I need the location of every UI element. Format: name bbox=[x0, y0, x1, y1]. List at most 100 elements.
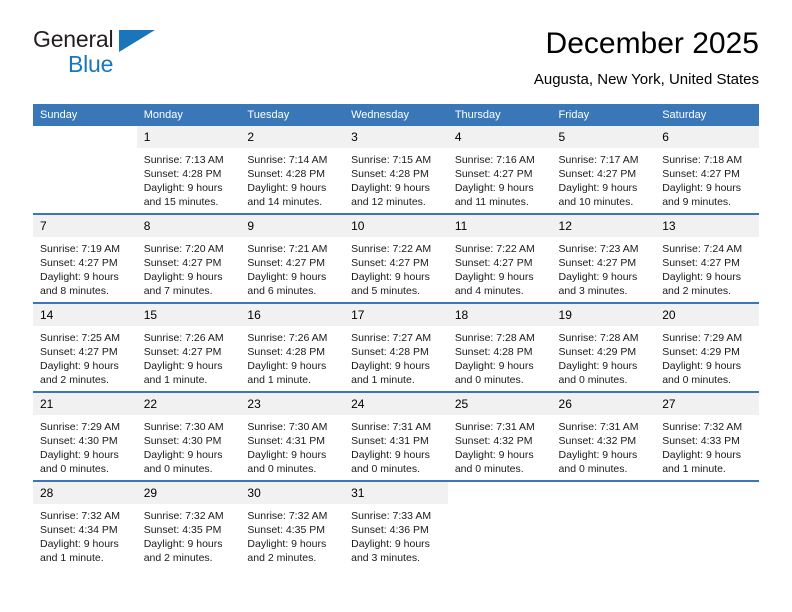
calendar-week-row: 14 Sunrise: 7:25 AM Sunset: 4:27 PM Dayligh… bbox=[33, 302, 759, 386]
day-detail-line: Sunset: 4:27 PM bbox=[143, 346, 222, 358]
calendar-day-cell[interactable]: 1 Sunrise: 7:13 AM Sunset: 4:28 PM Daylight… bbox=[136, 126, 241, 208]
day-number: 27 bbox=[655, 393, 759, 415]
day-details: Sunrise: 7:26 AM Sunset: 4:27 PM Daylight:… bbox=[137, 326, 241, 386]
day-detail-line: Sunrise: 7:33 AM bbox=[351, 510, 432, 522]
day-detail-line: Daylight: 9 hours bbox=[558, 449, 638, 461]
day-details: Sunrise: 7:22 AM Sunset: 4:27 PM Daylight:… bbox=[344, 237, 448, 297]
day-number: 22 bbox=[136, 393, 241, 415]
weekday-header-wednesday: Wednesday bbox=[344, 104, 448, 126]
calendar-day-cell[interactable]: 13 Sunrise: 7:24 AM Sunset: 4:27 PM Dayligh… bbox=[655, 213, 759, 297]
day-details bbox=[33, 148, 137, 206]
day-detail-line: Daylight: 9 hours bbox=[351, 182, 430, 194]
calendar-day-cell[interactable]: 30 Sunrise: 7:32 AM Sunset: 4:35 PM Dayligh… bbox=[240, 480, 345, 564]
day-detail-line: Daylight: 9 hours bbox=[454, 449, 534, 461]
day-detail-line: Daylight: 9 hours bbox=[351, 449, 430, 461]
day-number: 16 bbox=[240, 304, 345, 326]
calendar-day-cell[interactable]: 15 Sunrise: 7:26 AM Sunset: 4:27 PM Dayligh… bbox=[136, 302, 241, 386]
calendar-day-cell[interactable]: 12 Sunrise: 7:23 AM Sunset: 4:27 PM Dayligh… bbox=[551, 213, 656, 297]
calendar-day-cell[interactable]: 3 Sunrise: 7:15 AM Sunset: 4:28 PM Daylight… bbox=[344, 126, 448, 208]
calendar-grid: Sunday Monday Tuesday Wednesday Thursday… bbox=[33, 104, 759, 564]
calendar-day-cell[interactable]: 6 Sunrise: 7:18 AM Sunset: 4:27 PM Daylight… bbox=[655, 126, 759, 208]
day-details bbox=[655, 504, 759, 562]
calendar-day-cell[interactable]: 9 Sunrise: 7:21 AM Sunset: 4:27 PM Daylight… bbox=[240, 213, 345, 297]
calendar-day-cell[interactable]: 18 Sunrise: 7:28 AM Sunset: 4:28 PM Dayligh… bbox=[447, 302, 552, 386]
day-detail-line: Sunrise: 7:26 AM bbox=[247, 332, 328, 344]
day-detail-line: Sunset: 4:28 PM bbox=[247, 168, 326, 180]
day-number: 23 bbox=[240, 393, 345, 415]
calendar-day-cell[interactable]: 27 Sunrise: 7:32 AM Sunset: 4:33 PM Dayligh… bbox=[655, 391, 759, 475]
day-detail-line: Sunrise: 7:17 AM bbox=[558, 154, 639, 166]
calendar-day-cell[interactable]: 24 Sunrise: 7:31 AM Sunset: 4:31 PM Dayligh… bbox=[344, 391, 448, 475]
calendar-day-cell[interactable]: 26 Sunrise: 7:31 AM Sunset: 4:32 PM Dayligh… bbox=[551, 391, 656, 475]
day-detail-line: Daylight: 9 hours bbox=[351, 360, 430, 372]
day-details: Sunrise: 7:20 AM Sunset: 4:27 PM Daylight:… bbox=[137, 237, 241, 297]
day-number: 7 bbox=[33, 215, 137, 237]
day-detail-line: Sunrise: 7:23 AM bbox=[558, 243, 639, 255]
calendar-day-cell[interactable]: 17 Sunrise: 7:27 AM Sunset: 4:28 PM Dayligh… bbox=[344, 302, 448, 386]
day-detail-line: Sunset: 4:28 PM bbox=[143, 168, 222, 180]
day-details: Sunrise: 7:32 AM Sunset: 4:33 PM Daylight:… bbox=[655, 415, 759, 475]
day-detail-line: Sunrise: 7:18 AM bbox=[662, 154, 743, 166]
day-number: 12 bbox=[551, 215, 656, 237]
calendar-day-cell[interactable]: 20 Sunrise: 7:29 AM Sunset: 4:29 PM Dayligh… bbox=[655, 302, 759, 386]
calendar-day-cell[interactable]: 14 Sunrise: 7:25 AM Sunset: 4:27 PM Dayligh… bbox=[33, 302, 137, 386]
calendar-week-row: 21 Sunrise: 7:29 AM Sunset: 4:30 PM Dayligh… bbox=[33, 391, 759, 475]
day-detail-line: Sunset: 4:36 PM bbox=[351, 524, 429, 536]
day-details: Sunrise: 7:29 AM Sunset: 4:29 PM Daylight:… bbox=[655, 326, 759, 386]
day-number: 17 bbox=[344, 304, 448, 326]
calendar-day-cell[interactable]: 4 Sunrise: 7:16 AM Sunset: 4:27 PM Daylight… bbox=[447, 126, 552, 208]
day-number: 25 bbox=[447, 393, 552, 415]
day-detail-line: Daylight: 9 hours bbox=[247, 271, 327, 283]
day-number: 8 bbox=[136, 215, 241, 237]
general-blue-logo[interactable]: General Blue bbox=[33, 26, 263, 86]
day-number: 4 bbox=[447, 126, 552, 148]
calendar-day-cell[interactable]: 5 Sunrise: 7:17 AM Sunset: 4:27 PM Daylight… bbox=[551, 126, 656, 208]
day-detail-line: Sunset: 4:27 PM bbox=[558, 257, 637, 269]
page-title: December 2025 bbox=[545, 27, 759, 60]
day-number: 26 bbox=[551, 393, 656, 415]
day-number: 5 bbox=[551, 126, 656, 148]
day-details: Sunrise: 7:25 AM Sunset: 4:27 PM Daylight:… bbox=[33, 326, 137, 386]
calendar-day-cell[interactable]: 2 Sunrise: 7:14 AM Sunset: 4:28 PM Daylight… bbox=[240, 126, 345, 208]
day-number: 30 bbox=[240, 482, 345, 504]
day-number: 19 bbox=[551, 304, 656, 326]
calendar-day-cell[interactable]: 23 Sunrise: 7:30 AM Sunset: 4:31 PM Dayligh… bbox=[240, 391, 345, 475]
calendar-page: General Blue December 2025 Augusta, New … bbox=[0, 0, 792, 612]
calendar-day-cell[interactable]: 31 Sunrise: 7:33 AM Sunset: 4:36 PM Dayligh… bbox=[344, 480, 448, 564]
day-detail-line: Daylight: 9 hours bbox=[40, 538, 119, 550]
day-details: Sunrise: 7:27 AM Sunset: 4:28 PM Daylight:… bbox=[344, 326, 448, 386]
day-details: Sunrise: 7:22 AM Sunset: 4:27 PM Daylight:… bbox=[448, 237, 552, 297]
day-detail-line: Daylight: 9 hours bbox=[662, 182, 742, 194]
day-detail-line: Daylight: 9 hours bbox=[558, 360, 638, 372]
day-detail-line: Daylight: 9 hours bbox=[454, 271, 534, 283]
calendar-day-cell[interactable]: 19 Sunrise: 7:28 AM Sunset: 4:29 PM Dayligh… bbox=[551, 302, 656, 386]
day-number: 14 bbox=[33, 304, 137, 326]
day-detail-line: Daylight: 9 hours bbox=[662, 271, 742, 283]
day-detail-line: Daylight: 9 hours bbox=[558, 271, 638, 283]
day-detail-line: Sunset: 4:27 PM bbox=[454, 168, 533, 180]
day-detail-line: Sunset: 4:27 PM bbox=[247, 257, 326, 269]
calendar-day-cell[interactable]: 28 Sunrise: 7:32 AM Sunset: 4:34 PM Dayligh… bbox=[33, 480, 137, 564]
calendar-day-cell[interactable]: 21 Sunrise: 7:29 AM Sunset: 4:30 PM Dayligh… bbox=[33, 391, 137, 475]
day-details: Sunrise: 7:16 AM Sunset: 4:27 PM Daylight:… bbox=[448, 148, 552, 208]
calendar-day-cell[interactable]: 29 Sunrise: 7:32 AM Sunset: 4:35 PM Dayligh… bbox=[136, 480, 241, 564]
calendar-day-cell[interactable]: 8 Sunrise: 7:20 AM Sunset: 4:27 PM Daylight… bbox=[136, 213, 241, 297]
calendar-day-cell[interactable]: 16 Sunrise: 7:26 AM Sunset: 4:28 PM Dayligh… bbox=[240, 302, 345, 386]
day-detail-line: Daylight: 9 hours bbox=[247, 360, 327, 372]
day-detail-line: Sunrise: 7:31 AM bbox=[558, 421, 639, 433]
day-detail-line: Daylight: 9 hours bbox=[143, 449, 223, 461]
triangle-icon bbox=[119, 30, 155, 52]
calendar-day-cell[interactable]: 10 Sunrise: 7:22 AM Sunset: 4:27 PM Dayligh… bbox=[344, 213, 448, 297]
day-number: 18 bbox=[447, 304, 552, 326]
calendar-day-cell[interactable]: 7 Sunrise: 7:19 AM Sunset: 4:27 PM Daylight… bbox=[33, 213, 137, 297]
calendar-day-cell[interactable]: 11 Sunrise: 7:22 AM Sunset: 4:27 PM Dayligh… bbox=[447, 213, 552, 297]
day-details: Sunrise: 7:31 AM Sunset: 4:31 PM Daylight:… bbox=[344, 415, 448, 475]
calendar-day-cell[interactable]: 25 Sunrise: 7:31 AM Sunset: 4:32 PM Dayligh… bbox=[447, 391, 552, 475]
title-block: December 2025 Augusta, New York, United … bbox=[534, 26, 759, 90]
day-detail-line: Sunset: 4:27 PM bbox=[40, 346, 118, 358]
calendar-day-cell[interactable]: 22 Sunrise: 7:30 AM Sunset: 4:30 PM Dayligh… bbox=[136, 391, 241, 475]
day-detail-line: Daylight: 9 hours bbox=[143, 182, 223, 194]
weekday-header-tuesday: Tuesday bbox=[240, 104, 345, 126]
calendar-empty-cell bbox=[655, 480, 759, 562]
day-detail-line: Sunset: 4:32 PM bbox=[454, 435, 533, 447]
